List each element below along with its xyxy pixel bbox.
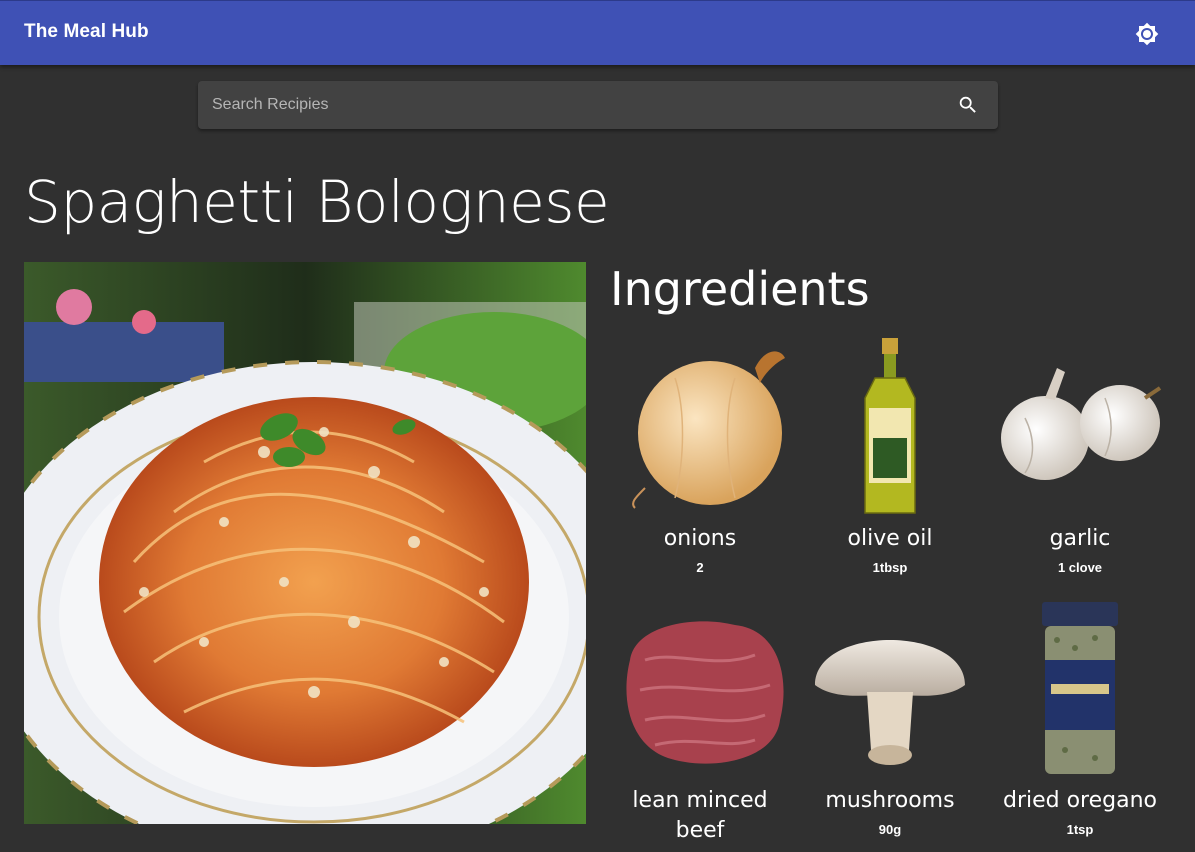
olive-oil-icon <box>864 338 916 514</box>
ingredient-name: garlic <box>1049 526 1111 551</box>
ingredient-name: dried oregano <box>1002 788 1158 813</box>
search-button[interactable] <box>952 89 984 121</box>
ingredient-card[interactable]: dried oregano 1tsp <box>985 600 1175 837</box>
search-icon <box>959 96 976 113</box>
ingredient-card[interactable]: lean minced beef <box>605 600 795 852</box>
ingredient-measure: 2 <box>696 560 704 575</box>
spaghetti-photo <box>24 262 586 824</box>
oregano-icon <box>1042 602 1118 774</box>
ingredient-card[interactable]: mushrooms 90g <box>795 600 985 837</box>
app-title[interactable]: The Meal Hub <box>24 21 149 43</box>
search-bar <box>198 81 998 129</box>
recipe-title: Spaghetti Bolognese <box>24 168 610 236</box>
ingredient-card[interactable]: olive oil 1tbsp <box>795 338 985 575</box>
ingredient-name: onions <box>663 526 737 551</box>
search-input[interactable] <box>198 81 938 129</box>
onion-icon <box>632 351 785 509</box>
ingredient-name: olive oil <box>847 526 933 551</box>
ingredient-measure: 1 clove <box>1057 560 1103 575</box>
garlic-icon <box>1001 368 1162 480</box>
ingredient-card[interactable]: onions 2 <box>605 338 795 575</box>
brightness-icon <box>1135 22 1159 46</box>
recipe-photo <box>24 262 586 824</box>
ingredient-card[interactable]: garlic 1 clove <box>985 338 1175 575</box>
mushroom-icon <box>815 640 965 765</box>
ingredient-name: lean minced beef <box>632 788 768 843</box>
app-bar: The Meal Hub <box>0 0 1195 65</box>
ingredient-measure: 90g <box>878 822 902 837</box>
minced-beef-icon <box>626 621 784 764</box>
ingredients-heading: Ingredients <box>610 262 870 316</box>
ingredient-name: mushrooms <box>825 788 955 813</box>
ingredient-measure: 1tsp <box>1066 822 1094 837</box>
ingredient-measure: 1tbsp <box>872 560 908 575</box>
theme-toggle-button[interactable] <box>1131 18 1163 50</box>
